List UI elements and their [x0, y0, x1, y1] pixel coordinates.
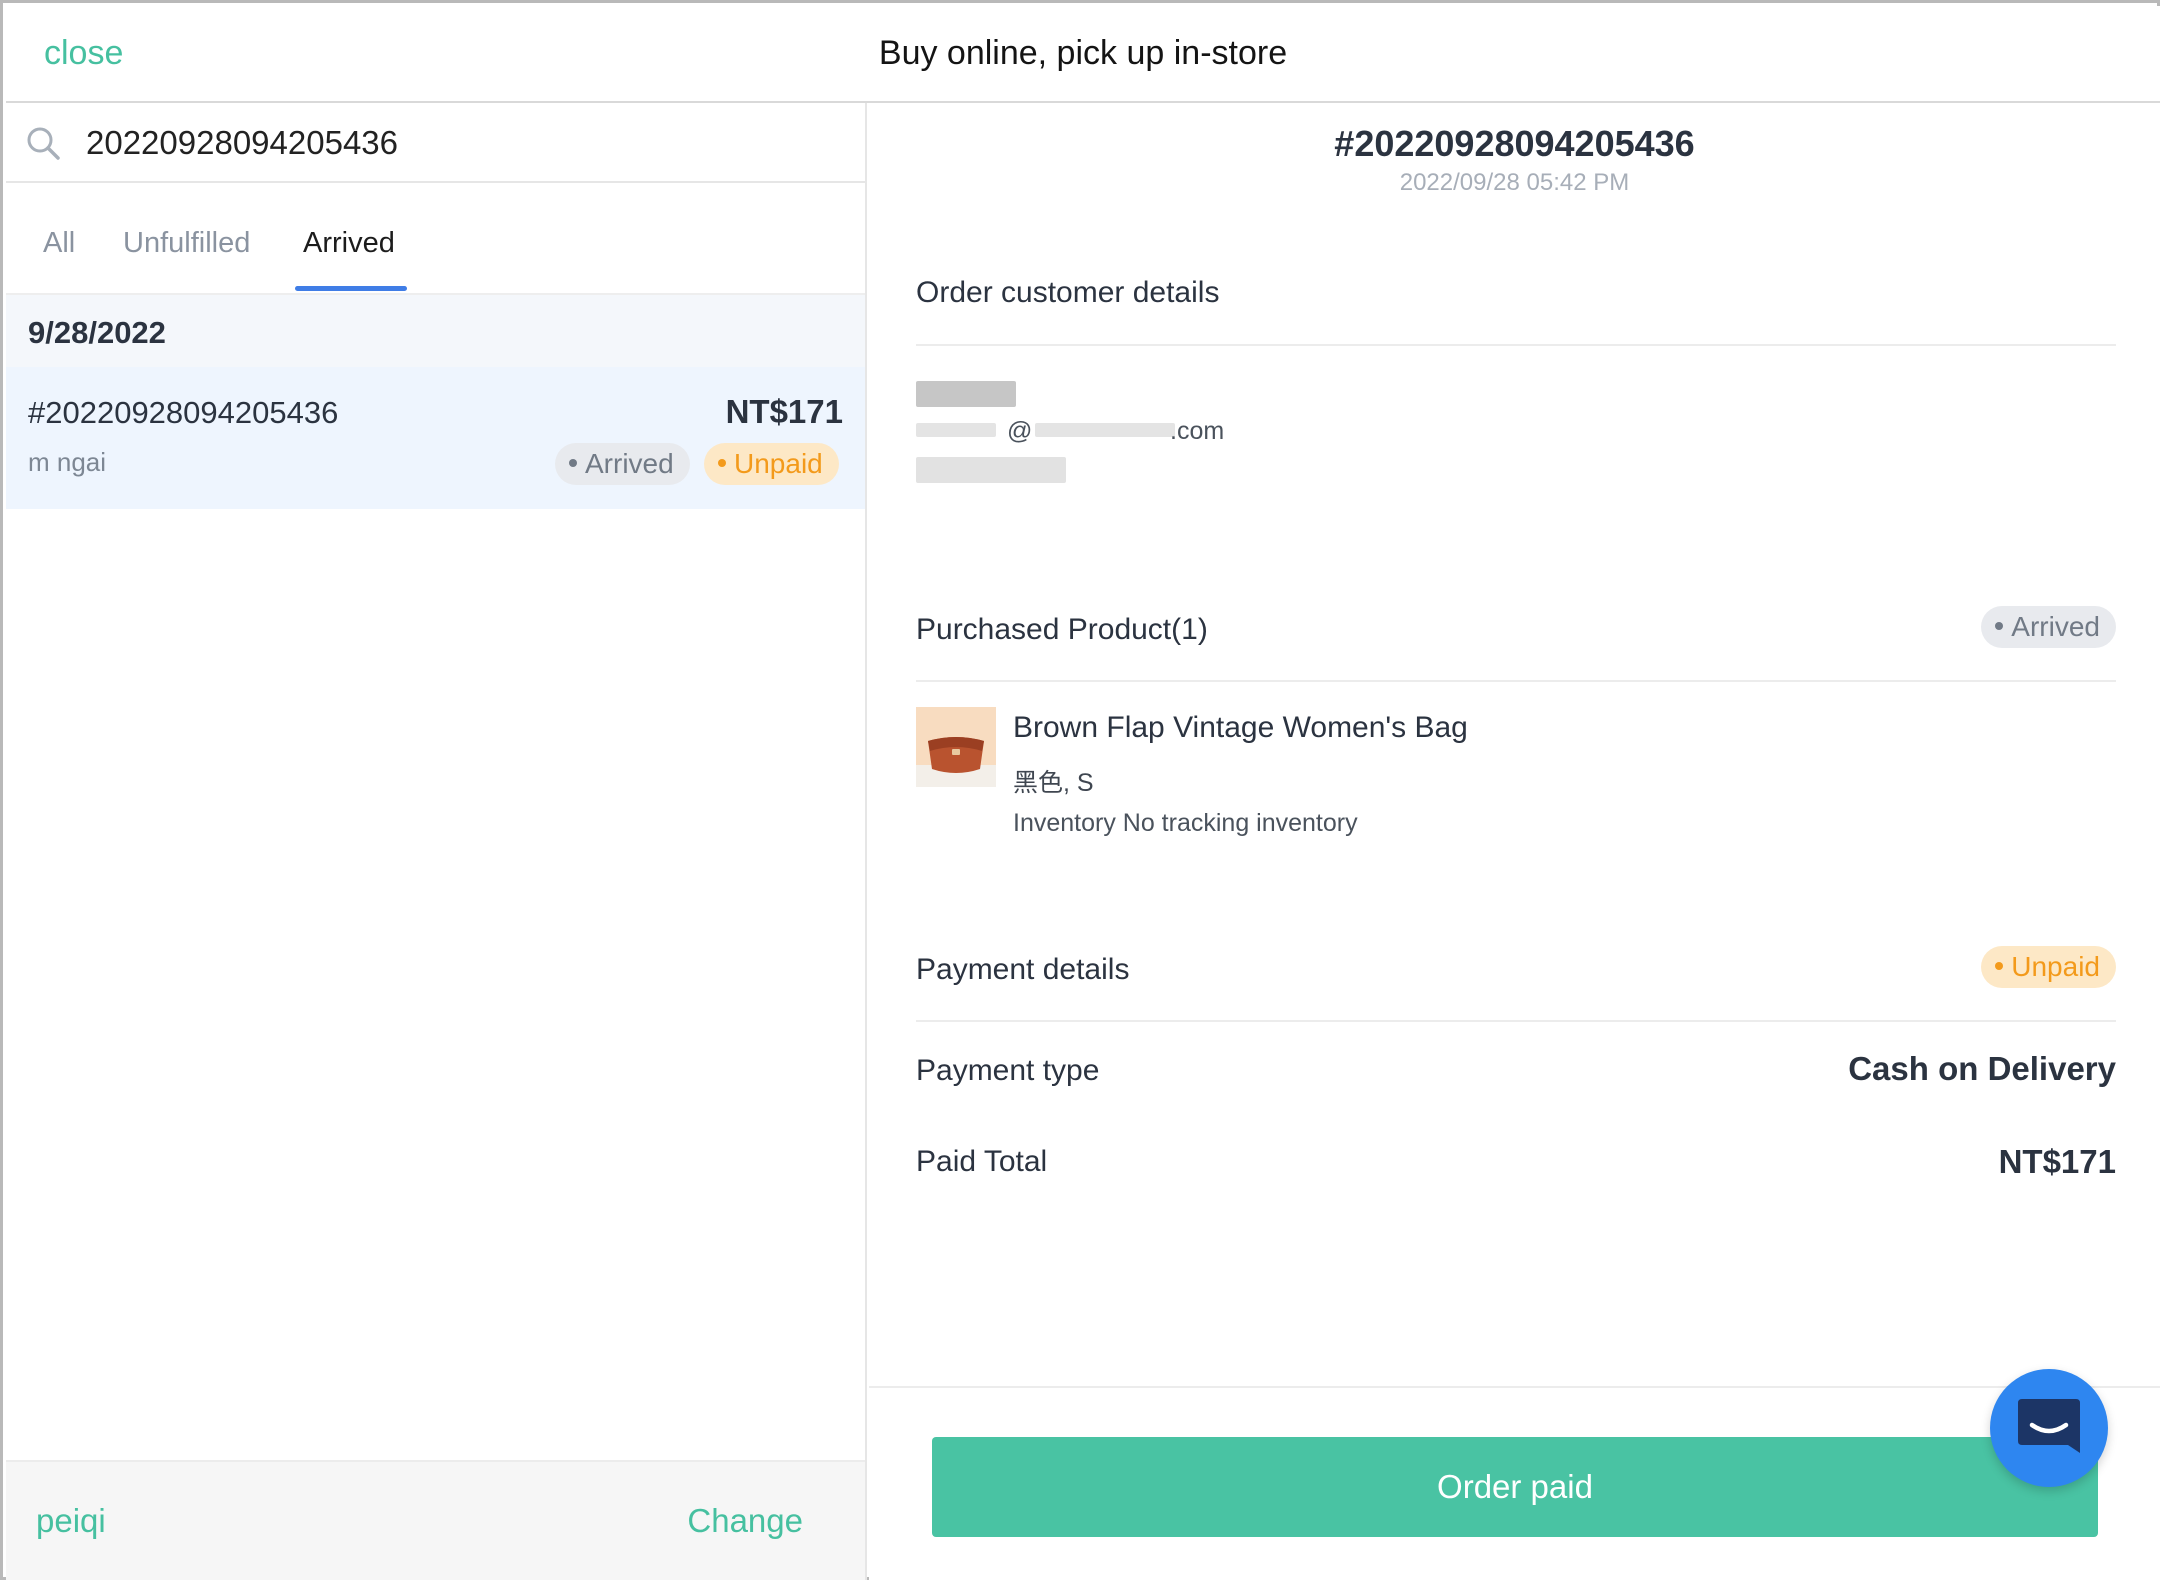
- unpaid-status-badge: Unpaid: [704, 443, 839, 485]
- product-arrived-badge: Arrived: [1981, 606, 2116, 648]
- redacted-email-part: [916, 423, 996, 437]
- product-thumbnail: [916, 707, 996, 787]
- page-title: Buy online, pick up in-store: [878, 34, 1288, 72]
- staff-footer: peiqi Change: [6, 1460, 865, 1580]
- detail-order-id: #20220928094205436: [1334, 123, 1695, 164]
- customer-section-title: Order customer details: [916, 276, 1220, 309]
- order-amount: NT$171: [725, 393, 843, 430]
- redacted-customer-phone: [916, 457, 1066, 483]
- product-inventory: Inventory No tracking inventory: [1013, 809, 1358, 837]
- payment-type-value: Cash on Delivery: [1848, 1050, 2116, 1087]
- detail-footer: Order paid: [869, 1386, 2160, 1580]
- group-date: 9/28/2022: [28, 315, 166, 350]
- tab-all[interactable]: All: [43, 227, 75, 260]
- payment-type-label: Payment type: [916, 1054, 1100, 1087]
- status-dot: [569, 458, 577, 467]
- customer-email-suffix: .com: [1170, 417, 1225, 445]
- search-icon: [27, 127, 60, 160]
- date-group-header: 9/28/2022: [6, 295, 865, 367]
- customer-email-at: @: [1007, 417, 1033, 445]
- order-paid-button[interactable]: Order paid: [932, 1437, 2098, 1537]
- status-dot: [1995, 621, 2004, 630]
- product-variant: 黑色, S: [1013, 769, 1094, 797]
- divider: [916, 344, 2116, 346]
- redacted-email-domain: [1035, 423, 1175, 437]
- staff-name: peiqi: [36, 1502, 106, 1539]
- detail-order-datetime: 2022/09/28 05:42 PM: [1399, 169, 1630, 196]
- chat-button[interactable]: [1990, 1369, 2108, 1487]
- tab-arrived[interactable]: Arrived: [303, 227, 395, 260]
- order-customer-name: m ngai: [28, 447, 107, 477]
- paid-total-value: NT$171: [1998, 1143, 2116, 1180]
- status-text: Unpaid: [734, 448, 823, 479]
- status-text: Unpaid: [2011, 951, 2100, 982]
- divider: [916, 1020, 2116, 1022]
- search-input[interactable]: [86, 115, 846, 171]
- paid-total-label: Paid Total: [916, 1145, 1048, 1178]
- tab-unfulfilled[interactable]: Unfulfilled: [123, 227, 250, 260]
- chat-icon: [2018, 1399, 2080, 1453]
- status-dot: [1995, 961, 2004, 970]
- order-detail-pane: #20220928094205436 2022/09/28 05:42 PM O…: [869, 103, 2160, 1580]
- filter-tabs: All Unfulfilled Arrived: [6, 183, 865, 295]
- redacted-customer-name: [916, 381, 1016, 407]
- arrived-status-badge: Arrived: [555, 443, 690, 485]
- change-staff-button[interactable]: Change: [687, 1502, 803, 1540]
- app-window: close Buy online, pick up in-store All U…: [0, 0, 2160, 1580]
- divider: [916, 680, 2116, 682]
- payment-unpaid-badge: Unpaid: [1981, 946, 2116, 988]
- product-name: Brown Flap Vintage Women's Bag: [1013, 711, 1468, 744]
- status-dot: [718, 458, 726, 467]
- top-bar: close Buy online, pick up in-store: [6, 6, 2160, 103]
- status-text: Arrived: [585, 448, 674, 479]
- order-id: #20220928094205436: [28, 395, 339, 430]
- search-bar: [6, 103, 865, 183]
- order-list-item[interactable]: #20220928094205436 NT$171 m ngai Arrived…: [6, 367, 865, 509]
- product-section-title: Purchased Product(1): [916, 613, 1208, 646]
- order-list-pane: All Unfulfilled Arrived 9/28/2022 #20220…: [6, 103, 867, 1580]
- status-text: Arrived: [2011, 611, 2100, 642]
- active-tab-indicator: [295, 286, 407, 291]
- bag-image: [916, 707, 996, 787]
- payment-section-title: Payment details: [916, 953, 1130, 986]
